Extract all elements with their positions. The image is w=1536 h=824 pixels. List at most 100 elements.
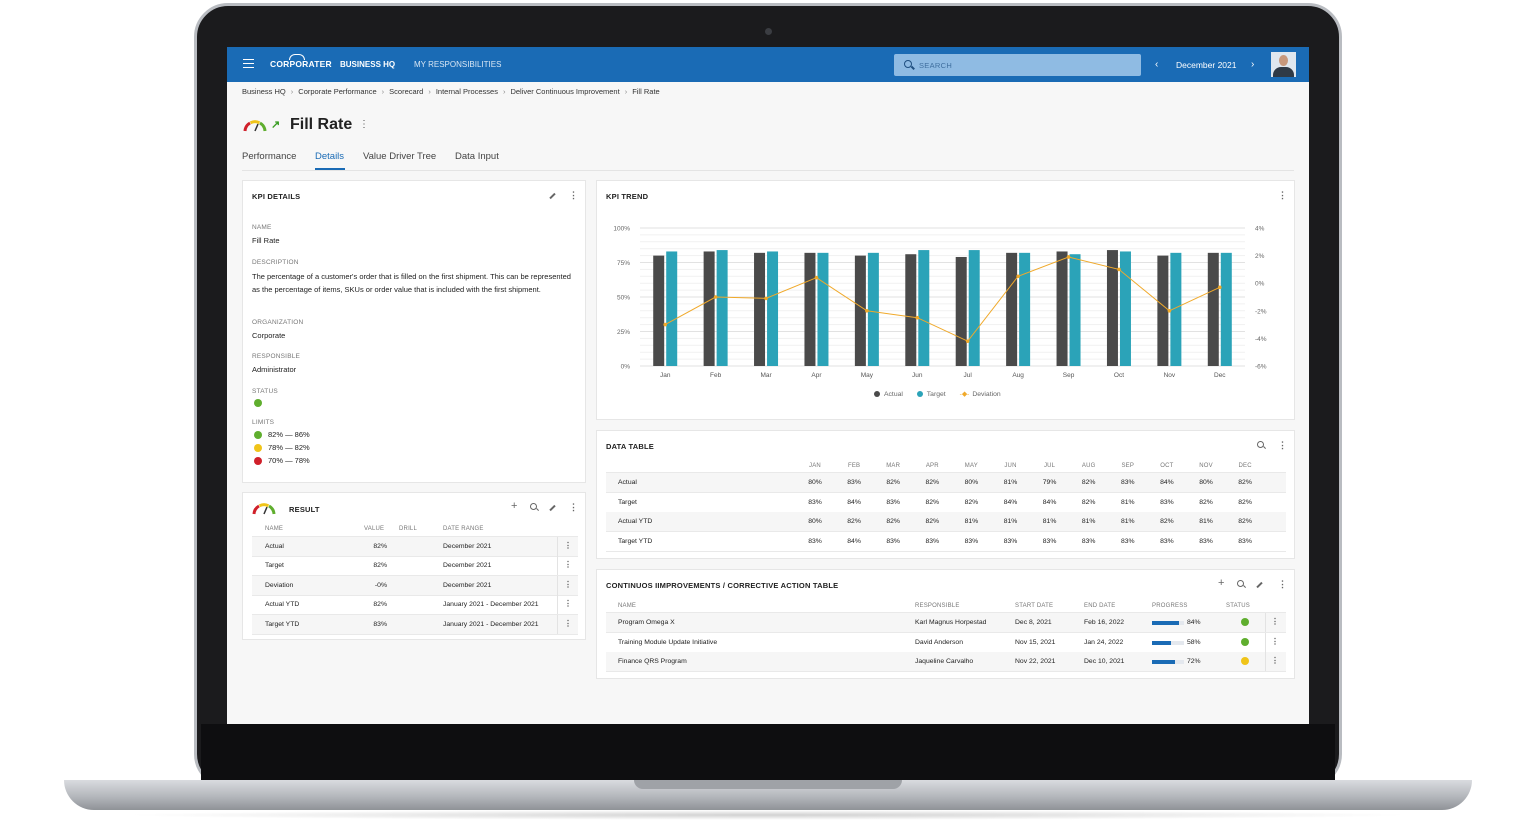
y2-tick-label: -2%: [1255, 308, 1267, 315]
y-tick-label: 50%: [617, 295, 630, 302]
legend-label: Target: [926, 391, 946, 398]
search-icon[interactable]: [1237, 580, 1244, 587]
progress-fill: [1152, 640, 1171, 645]
limit-range: 70% — 78%: [268, 456, 310, 465]
x-tick-label: Jan: [660, 372, 671, 379]
chevron-right-icon: ›: [502, 87, 506, 96]
table-row[interactable]: Program Omega X Karl Magnus Horpestad Dec …: [597, 613, 1296, 633]
menu-icon[interactable]: [243, 59, 254, 68]
action-name[interactable]: Program Omega X: [618, 619, 675, 626]
result-value: 82%: [373, 601, 387, 609]
row-menu-icon[interactable]: ⋮: [564, 599, 572, 608]
status-dot: [254, 399, 262, 407]
add-icon[interactable]: +: [511, 500, 517, 512]
row-divider: [606, 671, 1286, 672]
bar-target: [1119, 251, 1131, 366]
more-options-icon[interactable]: ⋮: [569, 190, 578, 201]
table-cell: 82%: [886, 479, 900, 486]
legend-swatch: [874, 391, 880, 397]
table-row[interactable]: Actual YTD 82% January 2021 - December 202…: [243, 595, 587, 616]
period-selector[interactable]: December 2021: [1176, 60, 1236, 70]
action-start-date: Dec 8, 2021: [1015, 619, 1052, 626]
nav-business-hq[interactable]: BUSINESS HQ: [340, 60, 395, 69]
row-menu-icon[interactable]: ⋮: [1271, 617, 1279, 626]
month-header: DEC: [1238, 463, 1252, 469]
row-menu-icon[interactable]: ⋮: [1271, 656, 1279, 665]
table-row[interactable]: Finance QRS Program Jaqueline Carvalho Nov…: [597, 652, 1296, 672]
x-tick-label: Sep: [1063, 372, 1075, 379]
row-menu-icon[interactable]: ⋮: [564, 541, 572, 550]
action-name[interactable]: Training Module Update Initiative: [618, 639, 717, 646]
more-options-icon[interactable]: ⋮: [1278, 440, 1287, 451]
table-row[interactable]: Target 82% December 2021 ⋮: [243, 556, 587, 577]
card-title: KPI TREND: [606, 192, 649, 201]
search-placeholder: SEARCH: [919, 61, 953, 70]
deviation-point: [965, 339, 970, 343]
result-card: RESULT + ⋮ NAME VALUE DRILL DATE RANGE A…: [242, 492, 586, 640]
month-header: APR: [925, 463, 939, 469]
breadcrumb-item[interactable]: Internal Processes: [436, 87, 498, 96]
x-tick-label: Oct: [1114, 372, 1124, 379]
screen-bezel: [201, 724, 1335, 780]
table-cell: 84%: [847, 537, 861, 545]
limit-range: 78% — 82%: [268, 443, 310, 452]
more-options-icon[interactable]: ⋮: [1278, 190, 1287, 201]
bar-actual: [905, 254, 917, 366]
table-row[interactable]: Training Module Update Initiative David A…: [597, 632, 1296, 653]
avatar[interactable]: [1271, 52, 1296, 77]
table-cell: 82%: [1081, 498, 1096, 506]
organization-label: ORGANIZATION: [252, 319, 304, 326]
search-icon[interactable]: [1257, 441, 1264, 448]
breadcrumb-item[interactable]: Scorecard: [389, 87, 423, 96]
edit-icon[interactable]: [1256, 581, 1263, 589]
row-menu-icon[interactable]: ⋮: [564, 560, 572, 569]
progress-label: 72%: [1187, 658, 1201, 665]
breadcrumb-item[interactable]: Deliver Continuous Improvement: [510, 87, 619, 96]
table-cell: 83%: [1160, 537, 1174, 545]
chevron-right-icon: ›: [624, 87, 628, 96]
add-icon[interactable]: +: [1218, 577, 1224, 589]
row-menu-icon[interactable]: ⋮: [564, 580, 572, 589]
action-responsible: Karl Magnus Horpestad: [915, 619, 987, 626]
tab-performance[interactable]: Performance: [242, 151, 296, 162]
organization-value: Corporate: [252, 331, 286, 340]
breadcrumb-item[interactable]: Corporate Performance: [298, 87, 376, 96]
search-input[interactable]: SEARCH: [894, 54, 1141, 76]
result-name: Target YTD: [265, 620, 300, 628]
bar-target: [767, 251, 779, 366]
table-cell: 79%: [1042, 479, 1057, 486]
app-logo[interactable]: CORPORATER: [270, 59, 332, 69]
nav-my-responsibilities[interactable]: MY RESPONSIBILITIES: [414, 60, 501, 69]
action-name[interactable]: Finance QRS Program: [618, 658, 687, 665]
row-menu-icon[interactable]: ⋮: [564, 619, 572, 628]
result-value: -0%: [374, 581, 387, 589]
table-cell: 82%: [847, 518, 861, 525]
responsible-label: RESPONSIBLE: [252, 353, 301, 360]
edit-icon[interactable]: [549, 192, 556, 200]
deviation-point: [915, 315, 920, 320]
search-icon[interactable]: [530, 503, 537, 510]
table-cell: 80%: [964, 479, 979, 486]
table-cell: 82%: [925, 479, 940, 486]
chevron-left-icon[interactable]: ‹: [1155, 59, 1158, 70]
tab-details[interactable]: Details: [315, 151, 344, 162]
deviation-point: [814, 275, 819, 280]
result-date-range: December 2021: [443, 562, 492, 570]
tab-value-driver-tree[interactable]: Value Driver Tree: [363, 151, 436, 162]
row-menu-icon[interactable]: ⋮: [1271, 637, 1279, 646]
breadcrumb-item[interactable]: Business HQ: [242, 87, 286, 96]
deviation-point: [713, 295, 718, 299]
more-options-icon[interactable]: ⋮: [1278, 579, 1287, 590]
chevron-right-icon[interactable]: ›: [1251, 59, 1254, 70]
table-row[interactable]: Deviation -0% December 2021 ⋮: [243, 575, 587, 596]
table-cell: 82%: [1238, 498, 1252, 506]
result-date-range: January 2021 - December 2021: [443, 601, 539, 609]
edit-icon[interactable]: [549, 504, 556, 512]
more-options-icon[interactable]: ⋮: [359, 119, 369, 130]
table-row[interactable]: Actual 82% December 2021 ⋮: [243, 537, 587, 557]
more-options-icon[interactable]: ⋮: [569, 502, 578, 513]
table-cell: 83%: [1081, 537, 1096, 545]
table-row[interactable]: Target YTD 83% January 2021 - December 202…: [243, 614, 587, 635]
tab-data-input[interactable]: Data Input: [455, 151, 499, 162]
deviation-point: [1217, 285, 1222, 290]
